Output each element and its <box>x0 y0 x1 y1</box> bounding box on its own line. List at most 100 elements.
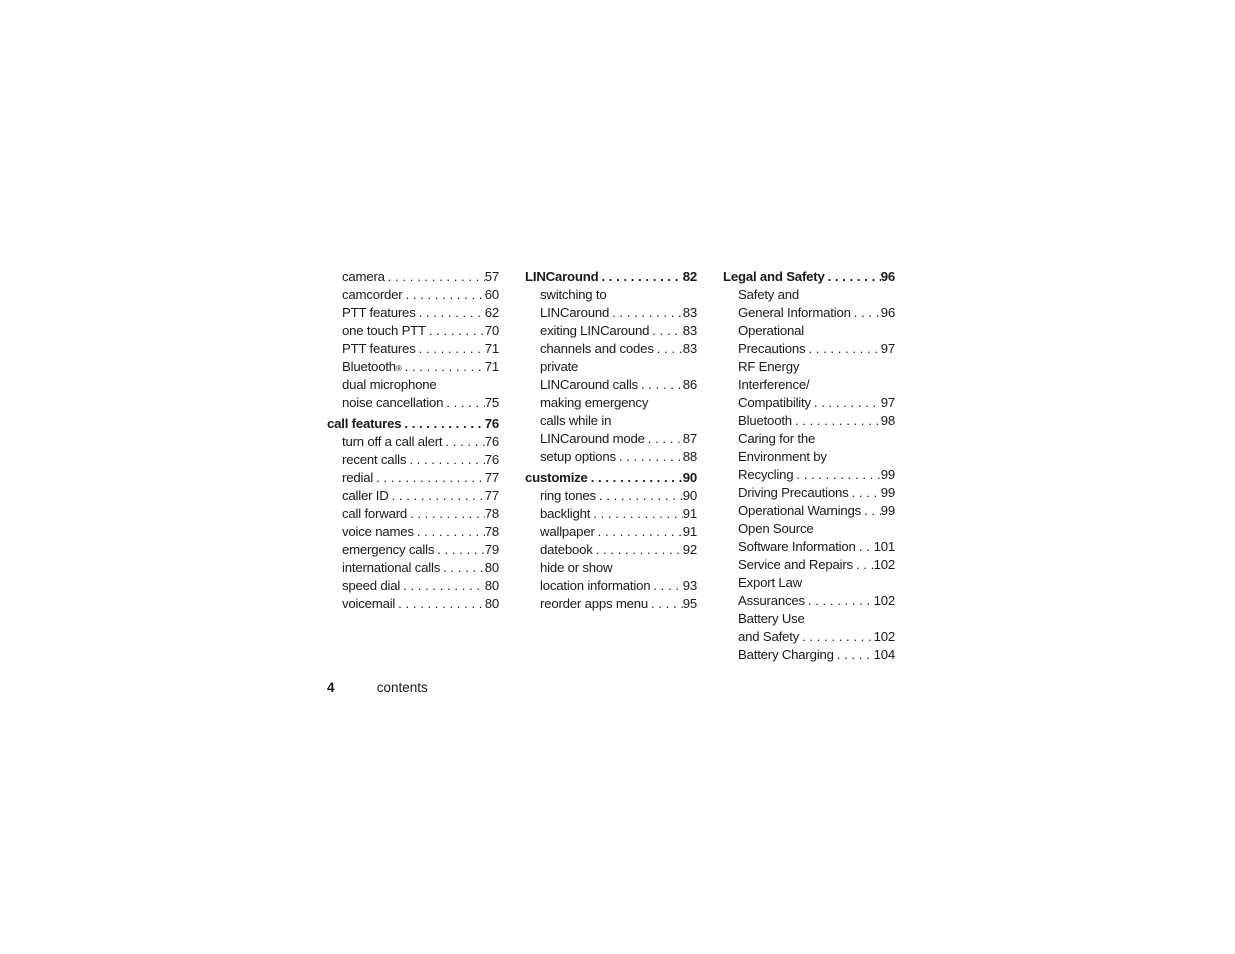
toc-entry[interactable]: emergency calls 79 <box>327 541 499 559</box>
toc-entry[interactable]: reorder apps menu 95 <box>525 595 697 613</box>
toc-entry[interactable]: and Safety 102 <box>723 628 895 646</box>
toc-entry: switching to <box>525 286 697 304</box>
dot-leader <box>593 541 683 559</box>
toc-entry[interactable]: Bluetooth 98 <box>723 412 895 430</box>
toc-entry[interactable]: Service and Repairs 102 <box>723 556 895 574</box>
toc-entry-label: ring tones <box>540 488 596 503</box>
toc-page-number: 99 <box>880 485 895 500</box>
toc-entry[interactable]: voicemail 80 <box>327 595 499 613</box>
toc-entry[interactable]: turn off a call alert 76 <box>327 433 499 451</box>
dot-leader <box>395 595 485 613</box>
toc-entry[interactable]: Precautions 97 <box>723 340 895 358</box>
toc-entry-label: Interference/ <box>738 377 810 392</box>
toc-entry[interactable]: location information 93 <box>525 577 697 595</box>
toc-page-number: 79 <box>484 542 499 557</box>
dot-leader <box>414 523 485 541</box>
dot-leader <box>649 322 682 340</box>
toc-entry[interactable]: General Information 96 <box>723 304 895 322</box>
toc-entry[interactable]: Recycling 99 <box>723 466 895 484</box>
toc-section-heading[interactable]: call features 76 <box>327 415 499 433</box>
toc-entry[interactable]: Software Information 101 <box>723 538 895 556</box>
toc-page-number: 78 <box>484 506 499 521</box>
dot-leader <box>609 304 683 322</box>
toc-entry-label: turn off a call alert <box>342 434 443 449</box>
toc-entry[interactable]: backlight 91 <box>525 505 697 523</box>
toc-page-number: 95 <box>682 596 697 611</box>
toc-section-heading[interactable]: customize 90 <box>525 469 697 487</box>
dot-leader <box>442 433 484 451</box>
toc-column-2: LINCaround82switching toLINCaround83exit… <box>525 268 697 613</box>
toc-entry[interactable]: Compatibility 97 <box>723 394 895 412</box>
toc-entry[interactable]: recent calls 76 <box>327 451 499 469</box>
toc-page-number: 78 <box>484 524 499 539</box>
toc-entry[interactable]: LINCaround mode 87 <box>525 430 697 448</box>
toc-entry[interactable]: camcorder 60 <box>327 286 499 304</box>
toc-entry[interactable]: call forward 78 <box>327 505 499 523</box>
toc-entry[interactable]: Bluetooth®71 <box>327 358 499 376</box>
dot-leader <box>856 538 874 556</box>
toc-entry-label: Operational <box>738 323 804 338</box>
dot-leader <box>434 541 484 559</box>
dot-leader <box>596 487 683 505</box>
dot-leader <box>851 304 881 322</box>
dot-leader <box>595 523 683 541</box>
toc-entry[interactable]: redial 77 <box>327 469 499 487</box>
toc-entry-label: voice names <box>342 524 414 539</box>
toc-entry-label: Bluetooth <box>342 359 396 374</box>
toc-entry[interactable]: camera 57 <box>327 268 499 286</box>
toc-entry-label: Recycling <box>738 467 794 482</box>
toc-entry[interactable]: Driving Precautions 99 <box>723 484 895 502</box>
toc-entry[interactable]: wallpaper 91 <box>525 523 697 541</box>
toc-entry: Safety and <box>723 286 895 304</box>
toc-entry[interactable]: ring tones 90 <box>525 487 697 505</box>
toc-entry-label: Safety and <box>738 287 800 302</box>
toc-entry[interactable]: LINCaround calls 86 <box>525 376 697 394</box>
toc-page-number: 91 <box>682 524 697 539</box>
toc-page-number: 57 <box>484 269 499 284</box>
toc-entry[interactable]: PTT features 71 <box>327 340 499 358</box>
toc-entry[interactable]: PTT features 62 <box>327 304 499 322</box>
dot-leader <box>401 415 484 433</box>
toc-page-number: 101 <box>873 539 895 554</box>
toc-entry-label: noise cancellation <box>342 395 444 410</box>
toc-entry[interactable]: voice names 78 <box>327 523 499 541</box>
toc-entry[interactable]: speed dial 80 <box>327 577 499 595</box>
toc-entry[interactable]: setup options 88 <box>525 448 697 466</box>
toc-entry[interactable]: Assurances 102 <box>723 592 895 610</box>
toc-entry[interactable]: datebook 92 <box>525 541 697 559</box>
toc-entry-label: Assurances <box>738 593 805 608</box>
toc-entry[interactable]: Battery Charging 104 <box>723 646 895 664</box>
dot-leader <box>443 394 484 412</box>
dot-leader <box>805 592 874 610</box>
toc-page-number: 83 <box>682 341 697 356</box>
toc-column-3: Legal and Safety 96 Safety and General Info… <box>723 268 895 664</box>
toc-section-heading[interactable]: Legal and Safety 96 <box>723 268 895 286</box>
dot-leader <box>834 646 874 664</box>
toc-entry[interactable]: international calls 80 <box>327 559 499 577</box>
toc-page-number: 76 <box>484 416 499 431</box>
toc-entry[interactable]: channels and codes 83 <box>525 340 697 358</box>
toc-section-heading[interactable]: LINCaround 82 <box>525 268 697 286</box>
toc-entry[interactable]: one touch PTT 70 <box>327 322 499 340</box>
toc-page-number: 96 <box>880 305 895 320</box>
toc-entry-label: redial <box>342 470 374 485</box>
toc-page-number: 82 <box>682 269 697 284</box>
toc-entry-label: speed dial <box>342 578 401 593</box>
toc-entry[interactable]: caller ID 77 <box>327 487 499 505</box>
toc-entry[interactable]: exiting LINCaround 83 <box>525 322 697 340</box>
toc-entry[interactable]: noise cancellation 75 <box>327 394 499 412</box>
toc-entry-label: Operational Warnings <box>738 503 862 518</box>
dot-leader <box>407 505 485 523</box>
toc-entry: hide or show <box>525 559 697 577</box>
toc-entry-label: Environment by <box>738 449 827 464</box>
toc-entry: Caring for the <box>723 430 895 448</box>
toc-entry-label: Software Information <box>738 539 856 554</box>
toc-entry: private <box>525 358 697 376</box>
toc-entry-label: Precautions <box>738 341 806 356</box>
toc-entry: dual microphone <box>327 376 499 394</box>
toc-page-number: 76 <box>484 452 499 467</box>
toc-entry[interactable]: LINCaround 83 <box>525 304 697 322</box>
toc-entry[interactable]: Operational Warnings 99 <box>723 502 895 520</box>
toc-entry-label: PTT features <box>342 341 416 356</box>
toc-page-number: 102 <box>873 593 895 608</box>
